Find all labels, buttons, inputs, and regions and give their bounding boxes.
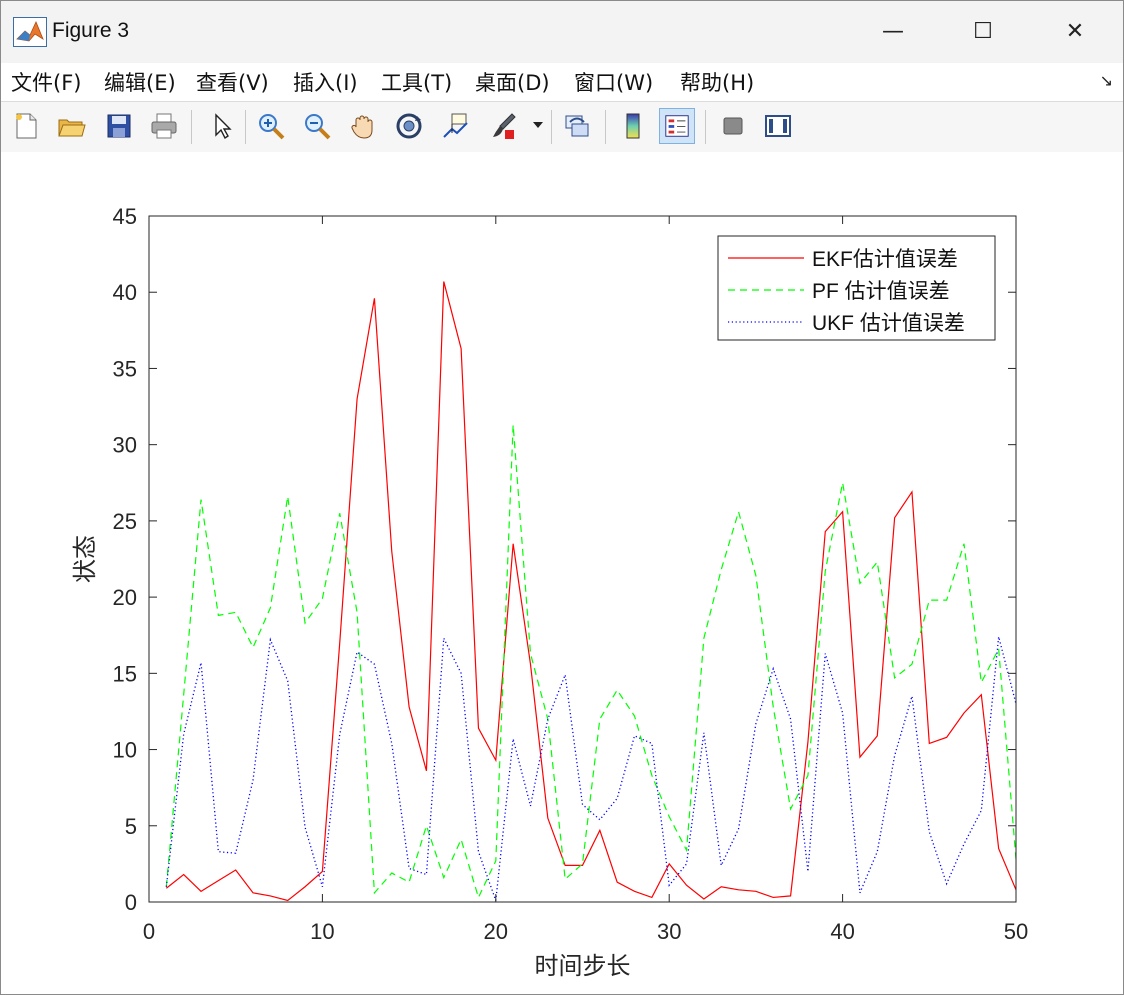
y-tick-label: 20	[113, 585, 137, 610]
toolbar-separator	[245, 110, 246, 144]
figure-toolbar	[1, 101, 1123, 153]
legend-entry-label: UKF 估计值误差	[812, 312, 965, 335]
menu-bar: 文件(F) 编辑(E) 查看(V) 插入(I) 工具(T) 桌面(D) 窗口(W…	[1, 63, 1123, 99]
y-axis-label: 状态	[71, 535, 99, 583]
legend[interactable]: EKF估计值误差 PF 估计值误差 UKF 估计值误差	[717, 235, 996, 341]
data-cursor-icon[interactable]	[437, 108, 473, 144]
maximize-icon: ☐	[973, 18, 993, 44]
minimize-icon: —	[882, 18, 904, 44]
menu-window[interactable]: 窗口(W)	[574, 67, 653, 97]
figure-canvas: 0 10 20 30 40 50 0 5 10 15 20 25 30 35 40 45 时间步长 状态 EK…	[1, 152, 1123, 994]
menu-insert[interactable]: 插入(I)	[293, 67, 358, 97]
toolbar-separator	[605, 110, 606, 144]
x-tick-label: 50	[1004, 919, 1028, 944]
print-icon[interactable]	[146, 108, 182, 144]
rotate-3d-icon[interactable]	[391, 108, 427, 144]
x-tick-label: 30	[657, 919, 681, 944]
menu-tools[interactable]: 工具(T)	[381, 67, 452, 97]
x-axis-label: 时间步长	[535, 952, 631, 980]
pointer-icon[interactable]	[203, 108, 239, 144]
show-plot-tools-icon[interactable]	[760, 108, 796, 144]
menu-help[interactable]: 帮助(H)	[680, 67, 754, 97]
figure-window: Figure 3 — ☐ ✕ 文件(F) 编辑(E) 查看(V) 插入(I) 工…	[0, 0, 1124, 995]
window-title: Figure 3	[52, 19, 130, 42]
brush-icon[interactable]	[485, 108, 521, 144]
open-file-icon[interactable]	[53, 108, 89, 144]
dock-arrow-icon[interactable]: ↘	[1100, 71, 1113, 90]
new-figure-icon[interactable]	[8, 108, 44, 144]
x-tick-label: 40	[830, 919, 854, 944]
legend-icon[interactable]	[659, 108, 695, 144]
pan-hand-icon[interactable]	[345, 108, 381, 144]
y-tick-label: 0	[125, 890, 137, 915]
x-tick-label: 10	[310, 919, 334, 944]
line-chart: 0 10 20 30 40 50 0 5 10 15 20 25 30 35 40 45 时间步长 状态 EK…	[71, 204, 1028, 980]
menu-edit[interactable]: 编辑(E)	[104, 67, 176, 97]
y-tick-label: 10	[113, 738, 137, 763]
brush-dropdown-icon[interactable]	[533, 122, 543, 128]
x-tick-label: 0	[143, 919, 155, 944]
y-tick-label: 15	[113, 661, 137, 686]
minimize-button[interactable]: —	[869, 11, 917, 51]
x-tick-label: 20	[484, 919, 508, 944]
zoom-out-icon[interactable]	[299, 108, 335, 144]
maximize-button[interactable]: ☐	[959, 11, 1007, 51]
close-button[interactable]: ✕	[1051, 11, 1099, 51]
toolbar-separator	[705, 110, 706, 144]
y-tick-label: 30	[113, 433, 137, 458]
save-icon[interactable]	[101, 108, 137, 144]
legend-entry-label: PF 估计值误差	[812, 280, 950, 303]
y-tick-label: 35	[113, 356, 137, 381]
menu-desktop[interactable]: 桌面(D)	[475, 67, 550, 97]
zoom-in-icon[interactable]	[253, 108, 289, 144]
close-icon: ✕	[1065, 18, 1085, 44]
legend-entry-label: EKF估计值误差	[812, 248, 958, 271]
colorbar-icon[interactable]	[615, 108, 651, 144]
link-plot-icon[interactable]	[559, 108, 595, 144]
toolbar-separator	[551, 110, 552, 144]
hide-plot-tools-icon[interactable]	[715, 108, 751, 144]
y-tick-label: 45	[113, 204, 137, 229]
menu-view[interactable]: 查看(V)	[196, 67, 269, 97]
menu-file[interactable]: 文件(F)	[11, 67, 81, 97]
matlab-logo-icon	[13, 17, 47, 47]
y-tick-label: 5	[125, 814, 137, 839]
title-bar: Figure 3 — ☐ ✕	[1, 1, 1123, 63]
y-tick-label: 25	[113, 509, 137, 534]
y-tick-label: 40	[113, 280, 137, 305]
toolbar-separator	[191, 110, 192, 144]
